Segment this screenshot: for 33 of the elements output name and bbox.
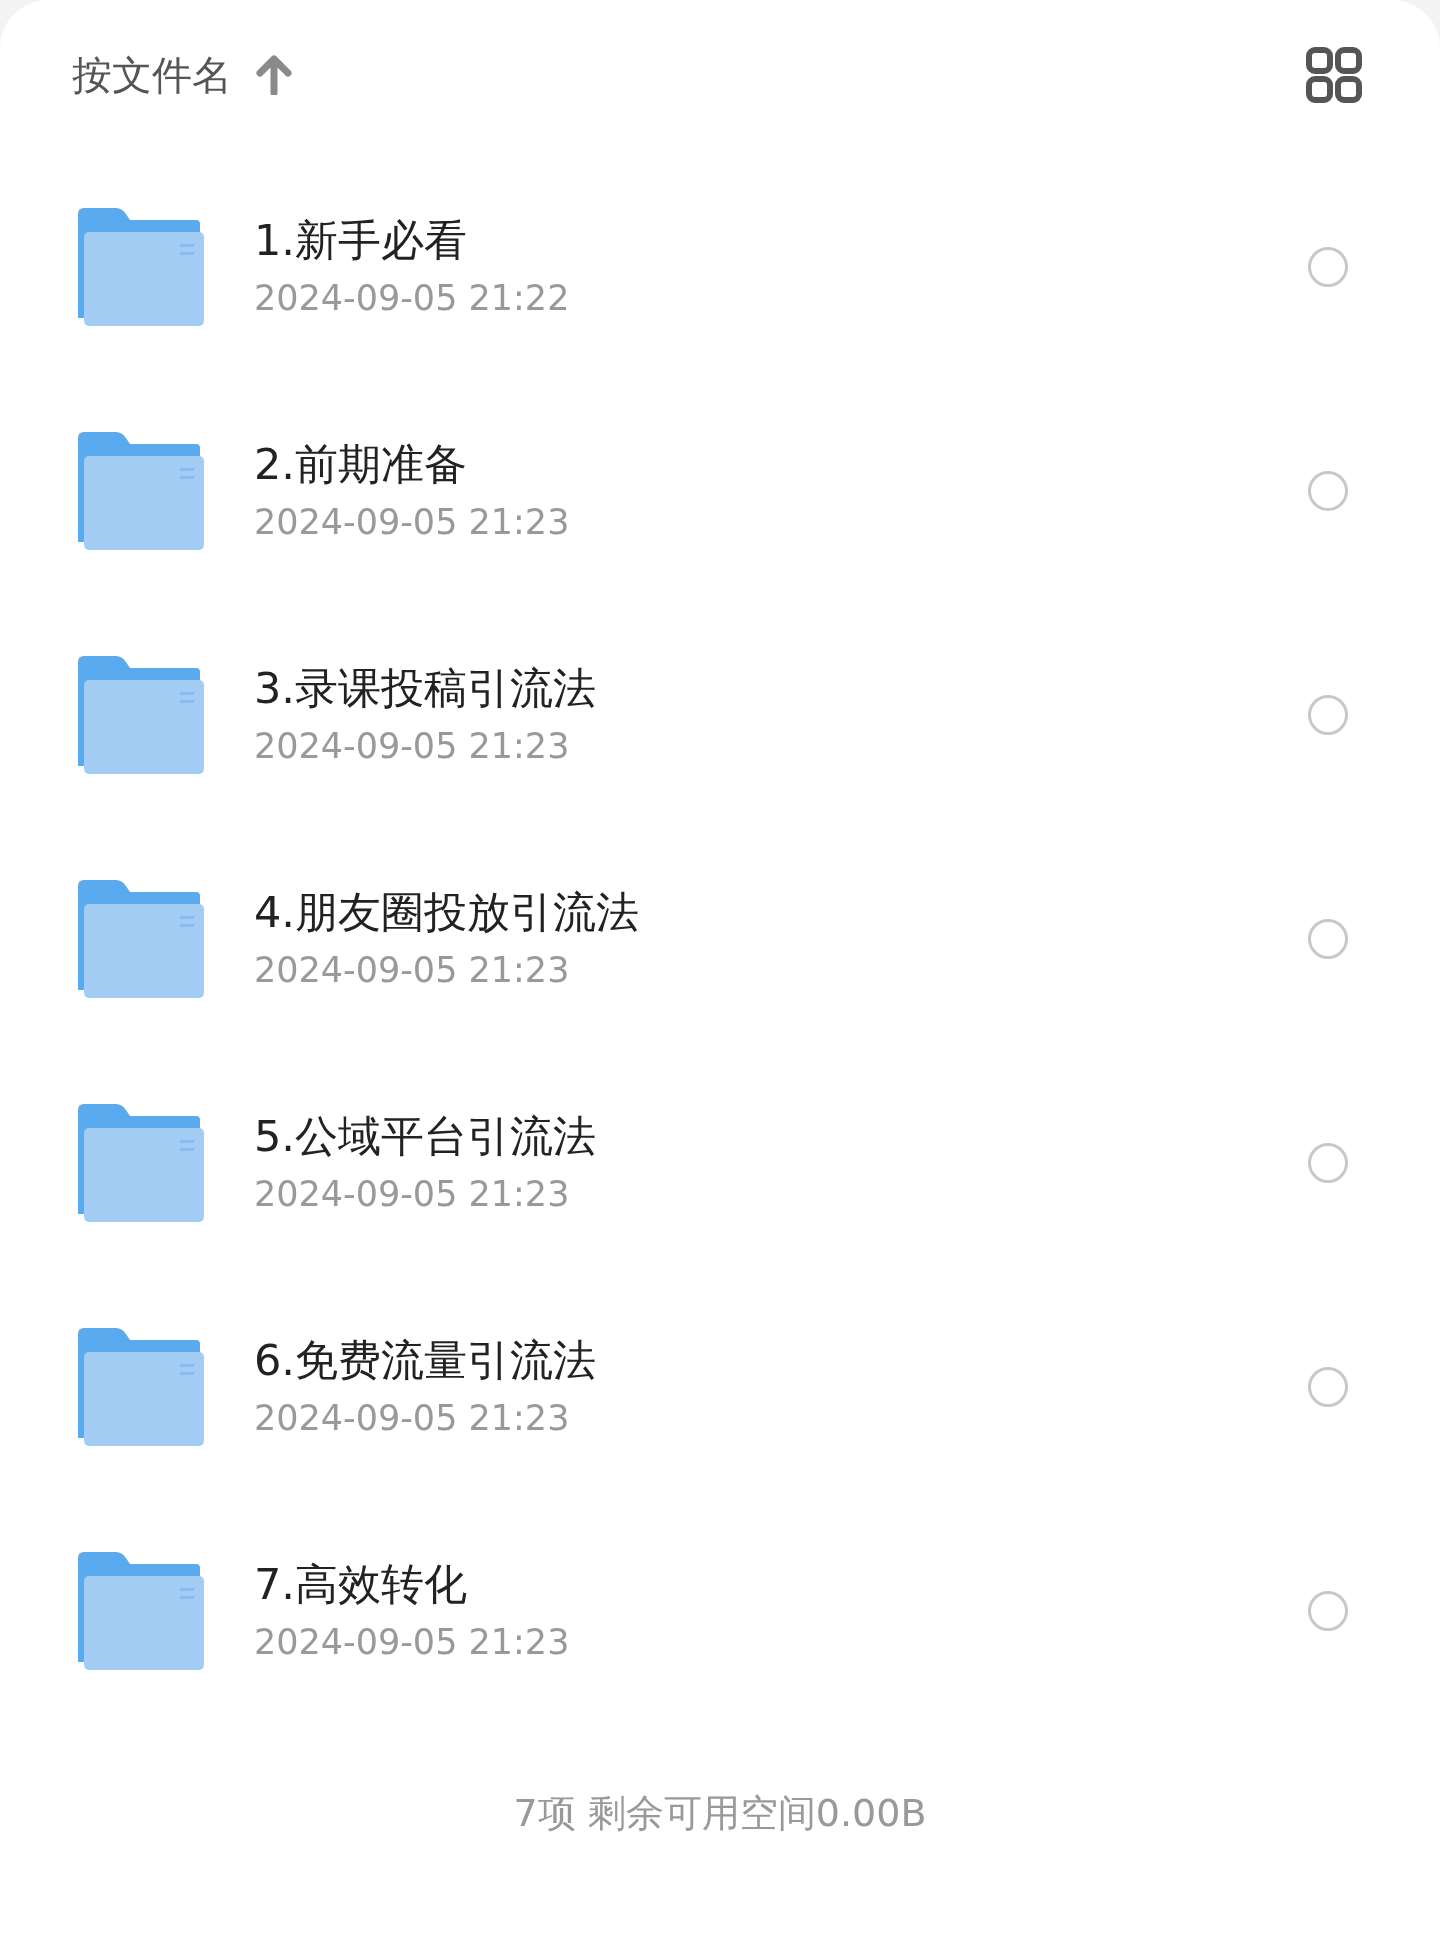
select-checkbox[interactable] [1308, 1367, 1348, 1407]
sort-label[interactable]: 按文件名 [72, 47, 232, 103]
folder-name: 6.免费流量引流法 [254, 1335, 598, 1387]
modified-date: 2024-09-05 21:22 [254, 276, 571, 319]
modified-date: 2024-09-05 21:23 [254, 948, 571, 991]
modified-date: 2024-09-05 21:23 [254, 1172, 571, 1215]
modified-date: 2024-09-05 21:23 [254, 724, 571, 767]
folder-name: 4.朋友圈投放引流法 [254, 887, 641, 939]
folder-name: 3.录课投稿引流法 [254, 663, 598, 715]
sort-arrow-icon[interactable] [256, 55, 292, 95]
folder-icon [76, 880, 204, 998]
modified-date: 2024-09-05 21:23 [254, 500, 571, 543]
folder-icon [76, 432, 204, 550]
folder-icon [76, 1552, 204, 1670]
select-checkbox[interactable] [1308, 695, 1348, 735]
modified-date: 2024-09-05 21:23 [254, 1620, 571, 1663]
folder-name: 5.公域平台引流法 [254, 1111, 598, 1163]
select-checkbox[interactable] [1308, 1143, 1348, 1183]
select-checkbox[interactable] [1308, 247, 1348, 287]
grid-view-icon [1306, 47, 1362, 103]
folder-name: 1.新手必看 [254, 215, 469, 267]
select-checkbox[interactable] [1308, 1591, 1348, 1631]
folder-icon [76, 1328, 204, 1446]
storage-summary: 7项 剩余可用空间0.00B [513, 1790, 927, 1837]
folder-icon [76, 656, 204, 774]
folder-icon [76, 208, 204, 326]
modified-date: 2024-09-05 21:23 [254, 1396, 571, 1439]
grid-view-button[interactable] [1306, 47, 1362, 103]
folder-icon [76, 1104, 204, 1222]
select-checkbox[interactable] [1308, 471, 1348, 511]
folder-name: 2.前期准备 [254, 439, 469, 491]
select-checkbox[interactable] [1308, 919, 1348, 959]
folder-name: 7.高效转化 [254, 1559, 469, 1611]
